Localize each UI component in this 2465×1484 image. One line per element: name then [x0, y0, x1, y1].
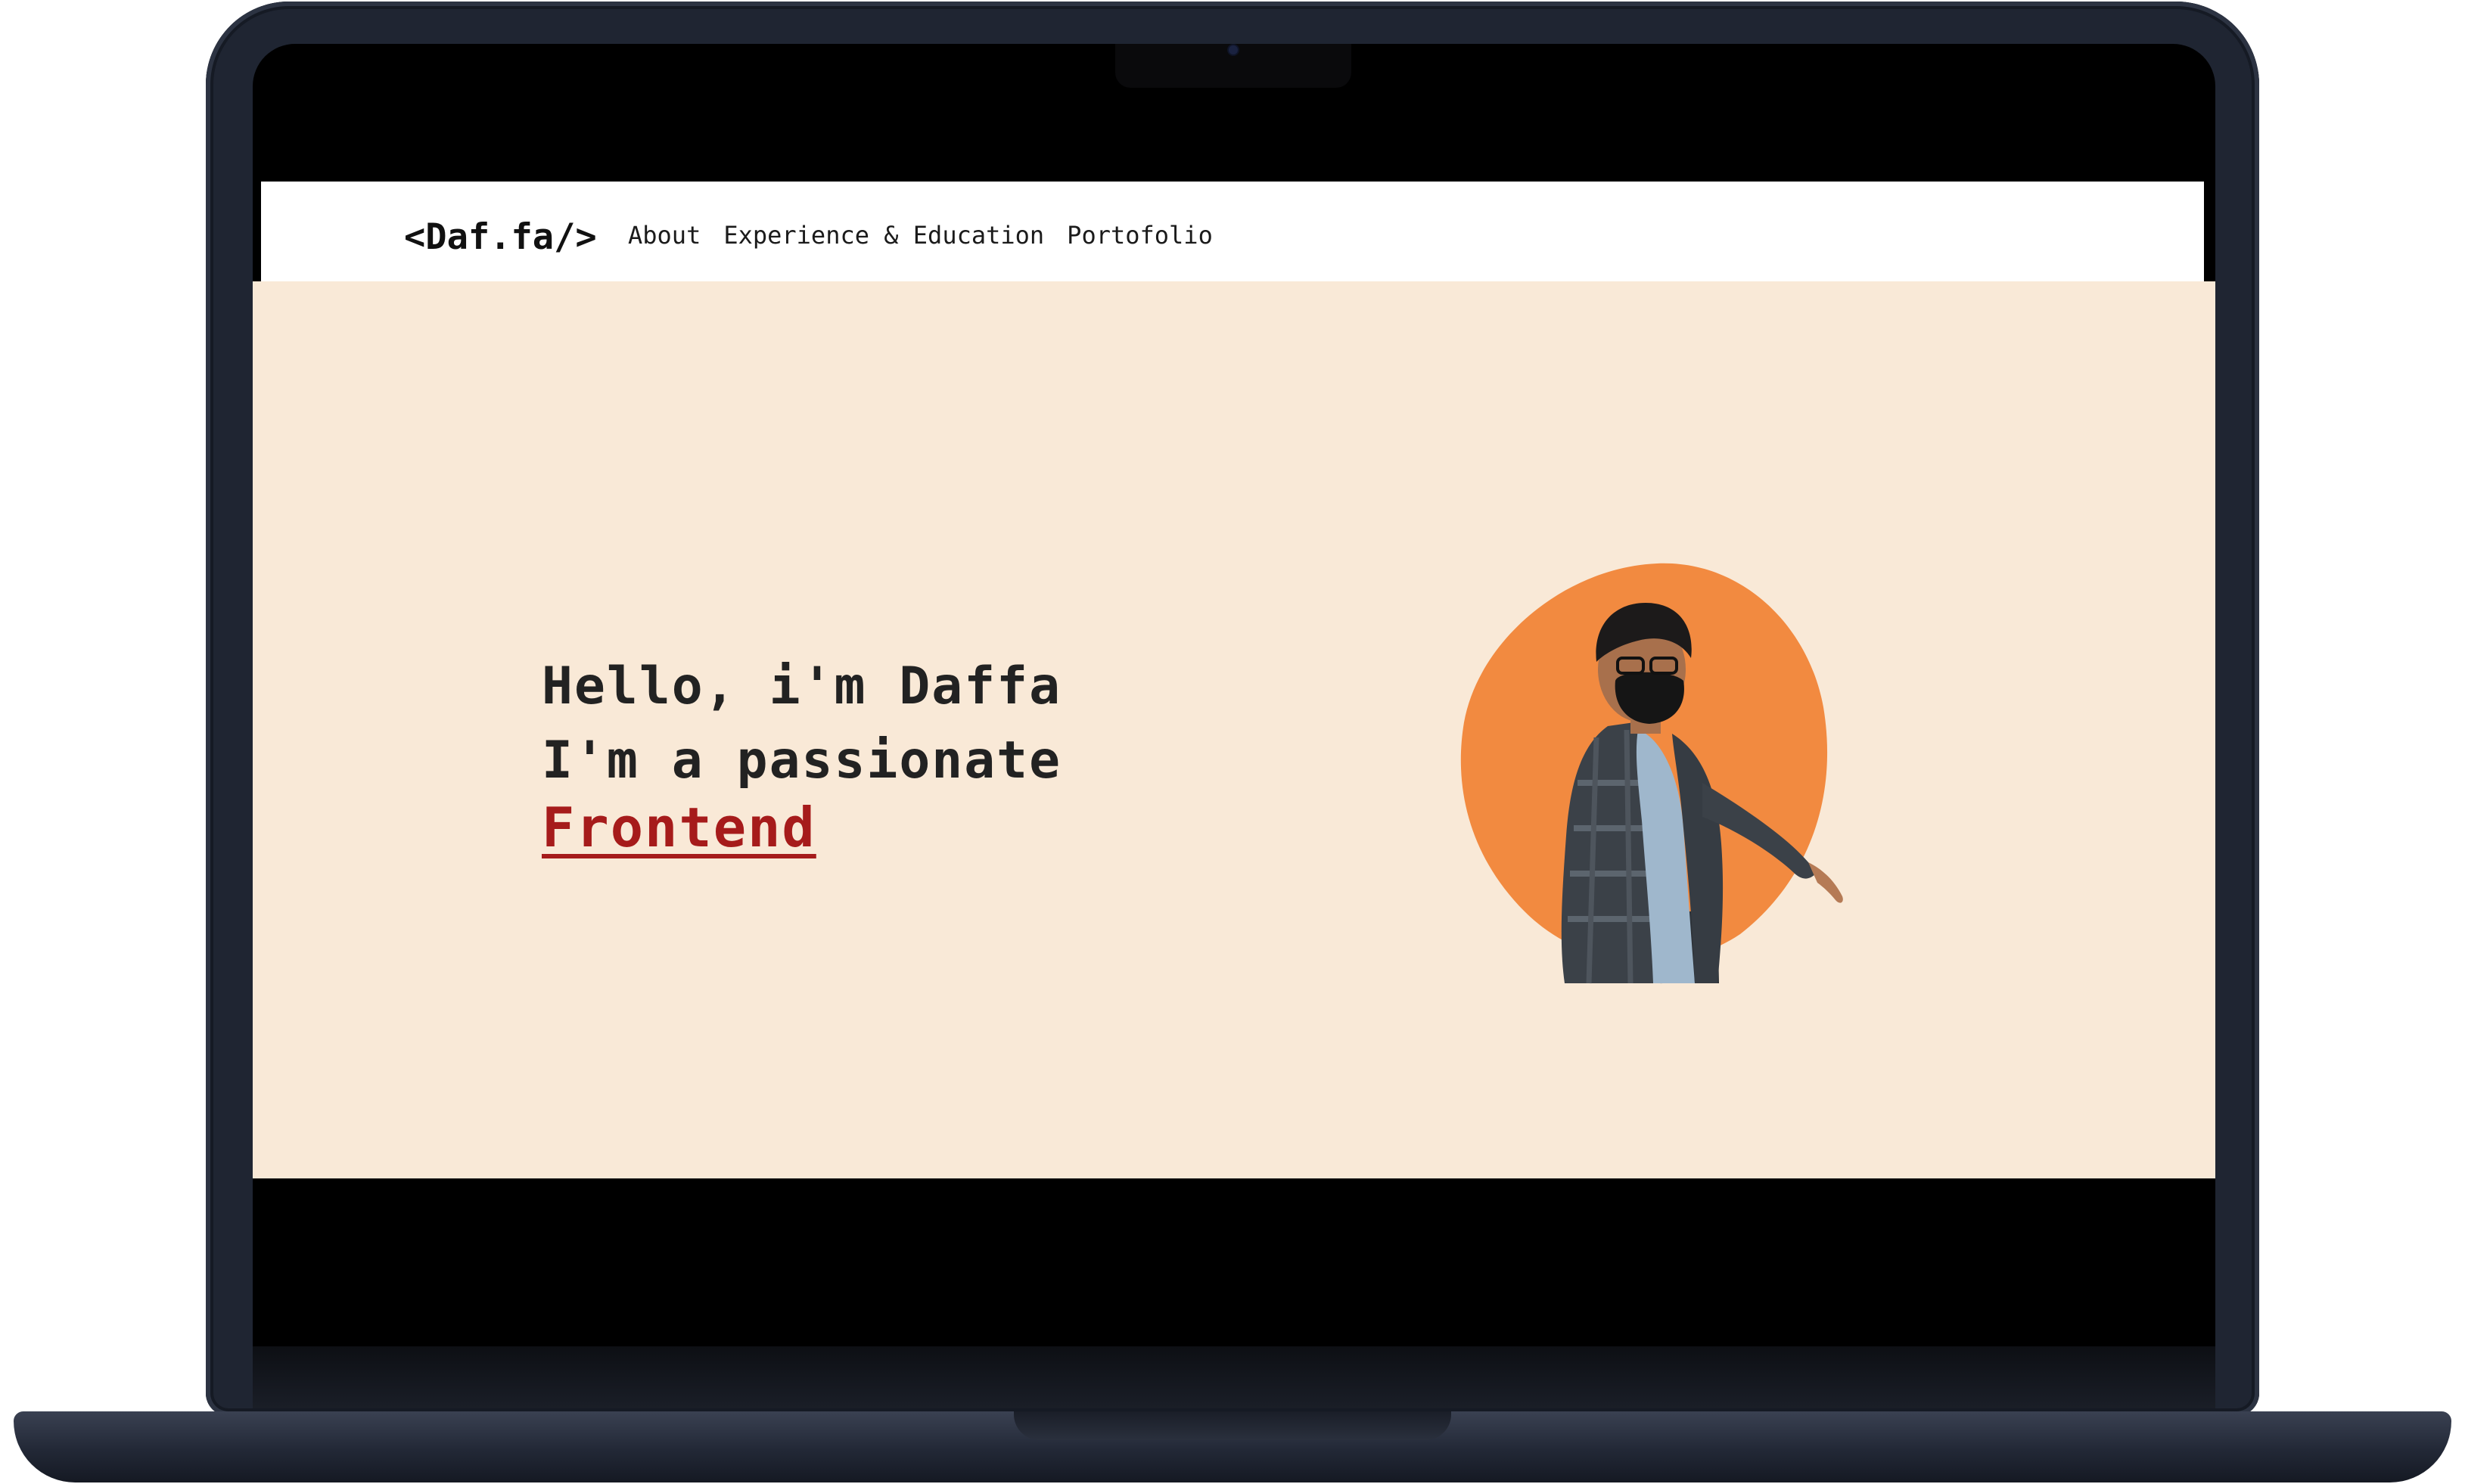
hero-greeting: Hello, i'm Daffa — [542, 657, 1062, 716]
nav-link-portfolio[interactable]: Portofolio — [1067, 221, 1213, 250]
camera-dot-icon — [1229, 45, 1238, 54]
nav-link-about[interactable]: About — [628, 221, 701, 250]
screen-chin — [253, 1346, 2215, 1408]
nav-menu: About Experience & Education Portofolio — [628, 221, 1213, 250]
hero-tagline: I'm a passionate — [542, 731, 1062, 790]
hero-section — [253, 281, 2215, 1178]
profile-photo — [1453, 556, 1846, 987]
site-logo[interactable]: <Daf.fa/> — [404, 216, 597, 258]
nav-link-experience-education[interactable]: Experience & Education — [723, 221, 1044, 250]
laptop-opening-notch — [1014, 1411, 1451, 1440]
profile-illustration — [1460, 563, 1843, 984]
hero-role-text: Frontend — [542, 796, 816, 859]
